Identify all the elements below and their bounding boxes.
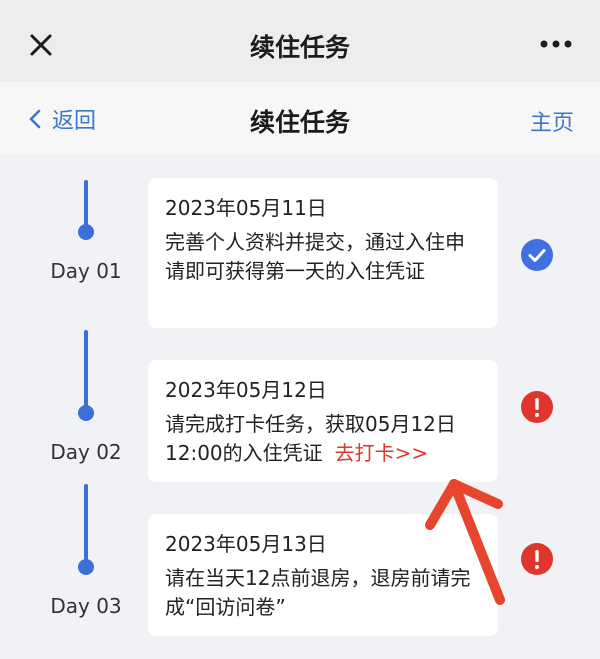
task-description: 请完成打卡任务，获取05月12日12:00的入住凭证 去打卡>>	[165, 410, 482, 468]
wechat-top-bar: 续住任务	[0, 0, 600, 82]
task-date: 2023年05月12日	[165, 378, 327, 402]
timeline-line	[84, 330, 88, 410]
check-circle-icon	[521, 239, 553, 271]
task-card-day-02: 2023年05月12日 请完成打卡任务，获取05月12日12:00的入住凭证 去打…	[148, 360, 498, 482]
window-title: 续住任务	[249, 33, 350, 62]
page-title: 续住任务	[249, 108, 350, 137]
day-label: Day 01	[50, 259, 122, 283]
task-card-day-01: 2023年05月11日 完善个人资料并提交，通过入住申请即可获得第一天的入住凭证	[148, 178, 498, 328]
day-label: Day 03	[50, 594, 122, 618]
task-description: 完善个人资料并提交，通过入住申请即可获得第一天的入住凭证	[165, 230, 465, 283]
day-label: Day 02	[50, 440, 122, 464]
alert-circle-icon	[521, 391, 553, 423]
alert-circle-icon	[521, 543, 553, 575]
page-nav-bar: 返回 续住任务 主页	[0, 82, 600, 154]
timeline-dot	[78, 405, 94, 421]
home-link[interactable]: 主页	[530, 105, 574, 137]
timeline-dot	[78, 224, 94, 240]
annotation-arrow-icon	[425, 479, 505, 605]
check-in-link[interactable]: 去打卡>>	[335, 441, 429, 465]
timeline-line	[84, 484, 88, 564]
task-date: 2023年05月11日	[165, 196, 327, 220]
more-icon[interactable]	[538, 34, 574, 54]
timeline-dot	[78, 559, 94, 575]
